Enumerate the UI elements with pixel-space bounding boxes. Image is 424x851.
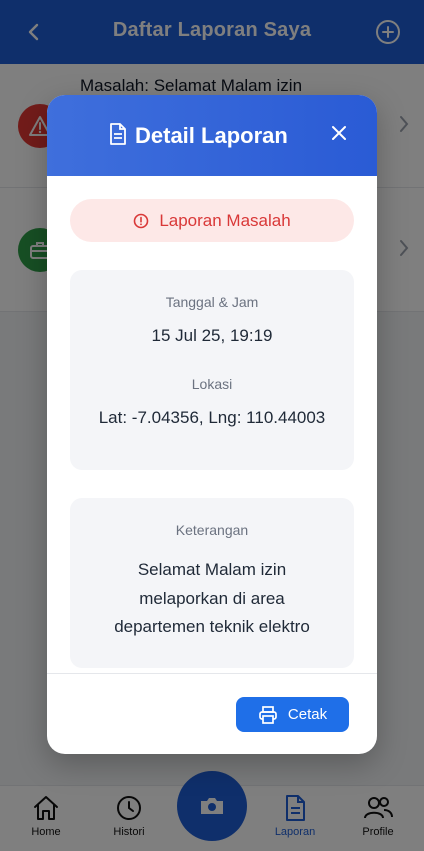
- print-button[interactable]: Cetak: [236, 697, 349, 732]
- description-line: Selamat Malam izin: [137, 560, 287, 579]
- alert-circle-icon: [134, 213, 149, 228]
- dialog-title: Detail Laporan: [135, 123, 288, 148]
- dialog-header: Detail Laporan: [47, 95, 377, 176]
- dialog-divider: [47, 673, 377, 674]
- status-label: Laporan Masalah: [159, 210, 291, 230]
- report-detail-dialog: Detail Laporan Laporan Masalah Tanggal &…: [47, 95, 377, 754]
- print-label: Cetak: [287, 706, 328, 723]
- description-label: Keterangan: [175, 522, 249, 538]
- info-card: Tanggal & Jam 15 Jul 25, 19:19 Lokasi La…: [70, 270, 354, 470]
- description-line: melaporkan di area: [139, 588, 285, 608]
- printer-icon: [259, 705, 277, 724]
- location-value: Lat: -7.04356, Lng: 110.44003: [98, 408, 326, 427]
- description-line: departemen teknik elektro: [114, 617, 310, 636]
- close-button[interactable]: [327, 121, 351, 145]
- description-text: Selamat Malam izin melaporkan di area de…: [88, 556, 336, 642]
- location-label: Lokasi: [191, 376, 233, 392]
- status-badge: Laporan Masalah: [70, 199, 354, 242]
- document-icon: [110, 123, 126, 145]
- description-card: Keterangan Selamat Malam izin melaporkan…: [70, 498, 354, 668]
- close-icon: [332, 126, 346, 140]
- datetime-label: Tanggal & Jam: [165, 294, 259, 310]
- datetime-value: 15 Jul 25, 19:19: [151, 326, 273, 345]
